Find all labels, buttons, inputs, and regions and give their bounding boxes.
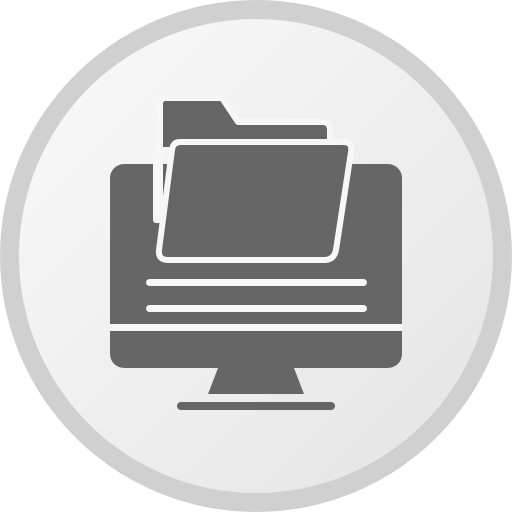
- screen-text-line-1: [146, 279, 367, 286]
- folder-front: [155, 139, 355, 263]
- folder-icon: [153, 95, 355, 263]
- monitor-bezel-line: [110, 324, 402, 331]
- monitor-stand: [208, 368, 304, 394]
- computer-folder-icon: [0, 0, 512, 512]
- icon-canvas: [0, 0, 512, 512]
- screen-text-line-2: [146, 305, 367, 312]
- monitor-base: [177, 402, 335, 410]
